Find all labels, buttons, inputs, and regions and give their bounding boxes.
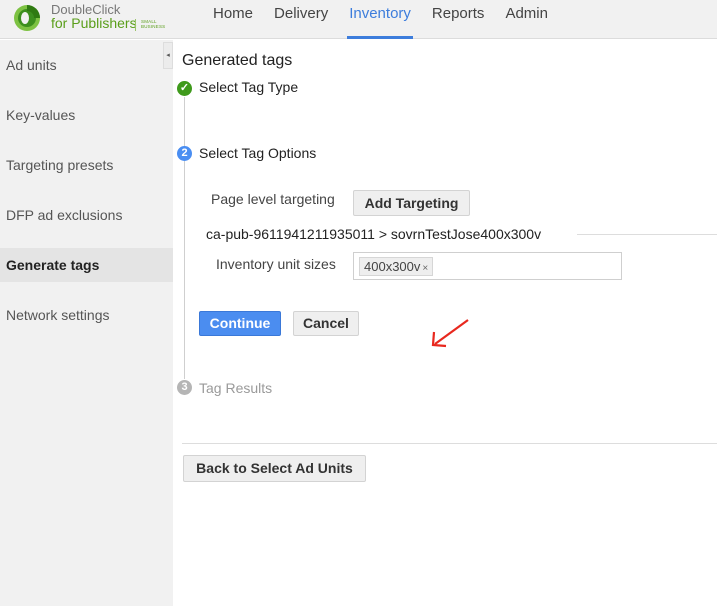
size-chip: 400x300v × bbox=[359, 257, 434, 276]
logo-separator bbox=[135, 19, 136, 31]
step-tag-results: Tag Results bbox=[199, 380, 273, 396]
main-nav: Home Delivery Inventory Reports Admin bbox=[213, 0, 569, 39]
inventory-sizes-input[interactable]: 400x300v × bbox=[353, 252, 622, 280]
cancel-button[interactable]: Cancel bbox=[293, 311, 359, 336]
sidebar-item-key-values[interactable]: Key-values bbox=[0, 98, 173, 132]
check-circle-icon: ✓ bbox=[177, 81, 192, 96]
annotation-arrow-icon bbox=[431, 319, 469, 348]
step-2-icon: 2 bbox=[177, 146, 192, 161]
page-level-targeting-label: Page level targeting bbox=[211, 191, 335, 207]
main-content: Generated tags ✓ Select Tag Type 2 Selec… bbox=[173, 40, 717, 606]
sidebar-item-dfp-ad-exclusions[interactable]: DFP ad exclusions bbox=[0, 198, 173, 232]
sidebar-item-ad-units[interactable]: Ad units bbox=[0, 48, 173, 82]
nav-home[interactable]: Home bbox=[213, 0, 253, 39]
remove-size-icon[interactable]: × bbox=[422, 263, 428, 274]
step-3-icon: 3 bbox=[177, 380, 192, 395]
logo-edition-line2: BUSINESS bbox=[141, 24, 166, 29]
nav-delivery[interactable]: Delivery bbox=[274, 0, 328, 39]
sidebar-item-targeting-presets[interactable]: Targeting presets bbox=[0, 148, 173, 182]
step-connector bbox=[184, 97, 185, 147]
chevron-left-icon: ◂ bbox=[166, 52, 170, 59]
logo-text-publishers: for Publishers bbox=[51, 15, 137, 31]
ad-unit-path: ca-pub-9611941211935011 > sovrnTestJose4… bbox=[206, 226, 542, 242]
size-chip-label: 400x300v bbox=[364, 259, 421, 274]
inventory-unit-sizes-label: Inventory unit sizes bbox=[216, 256, 336, 272]
add-targeting-button[interactable]: Add Targeting bbox=[353, 190, 470, 216]
step-select-tag-options: Select Tag Options bbox=[199, 145, 317, 161]
sidebar-item-generate-tags[interactable]: Generate tags bbox=[0, 248, 173, 282]
sidebar: Ad units Key-values Targeting presets DF… bbox=[0, 40, 173, 606]
logo-edition: SMALL BUSINESS bbox=[141, 19, 165, 29]
page-title: Generated tags bbox=[182, 52, 293, 69]
step-select-tag-type[interactable]: Select Tag Type bbox=[199, 79, 298, 95]
nav-reports[interactable]: Reports bbox=[432, 0, 485, 39]
sidebar-item-network-settings[interactable]: Network settings bbox=[0, 298, 173, 332]
collapse-sidebar-button[interactable]: ◂ bbox=[163, 42, 173, 69]
nav-inventory[interactable]: Inventory bbox=[347, 0, 413, 39]
section-divider bbox=[182, 443, 717, 444]
nav-admin[interactable]: Admin bbox=[505, 0, 548, 39]
step-connector bbox=[184, 161, 185, 379]
top-bar: DoubleClick for Publishers SMALL BUSINES… bbox=[0, 0, 717, 39]
path-divider bbox=[577, 234, 717, 235]
dfp-logo[interactable]: DoubleClick for Publishers SMALL BUSINES… bbox=[12, 3, 182, 33]
doubleclick-logo-icon bbox=[14, 5, 40, 31]
continue-button[interactable]: Continue bbox=[199, 311, 281, 336]
back-to-select-ad-units-button[interactable]: Back to Select Ad Units bbox=[183, 455, 366, 482]
